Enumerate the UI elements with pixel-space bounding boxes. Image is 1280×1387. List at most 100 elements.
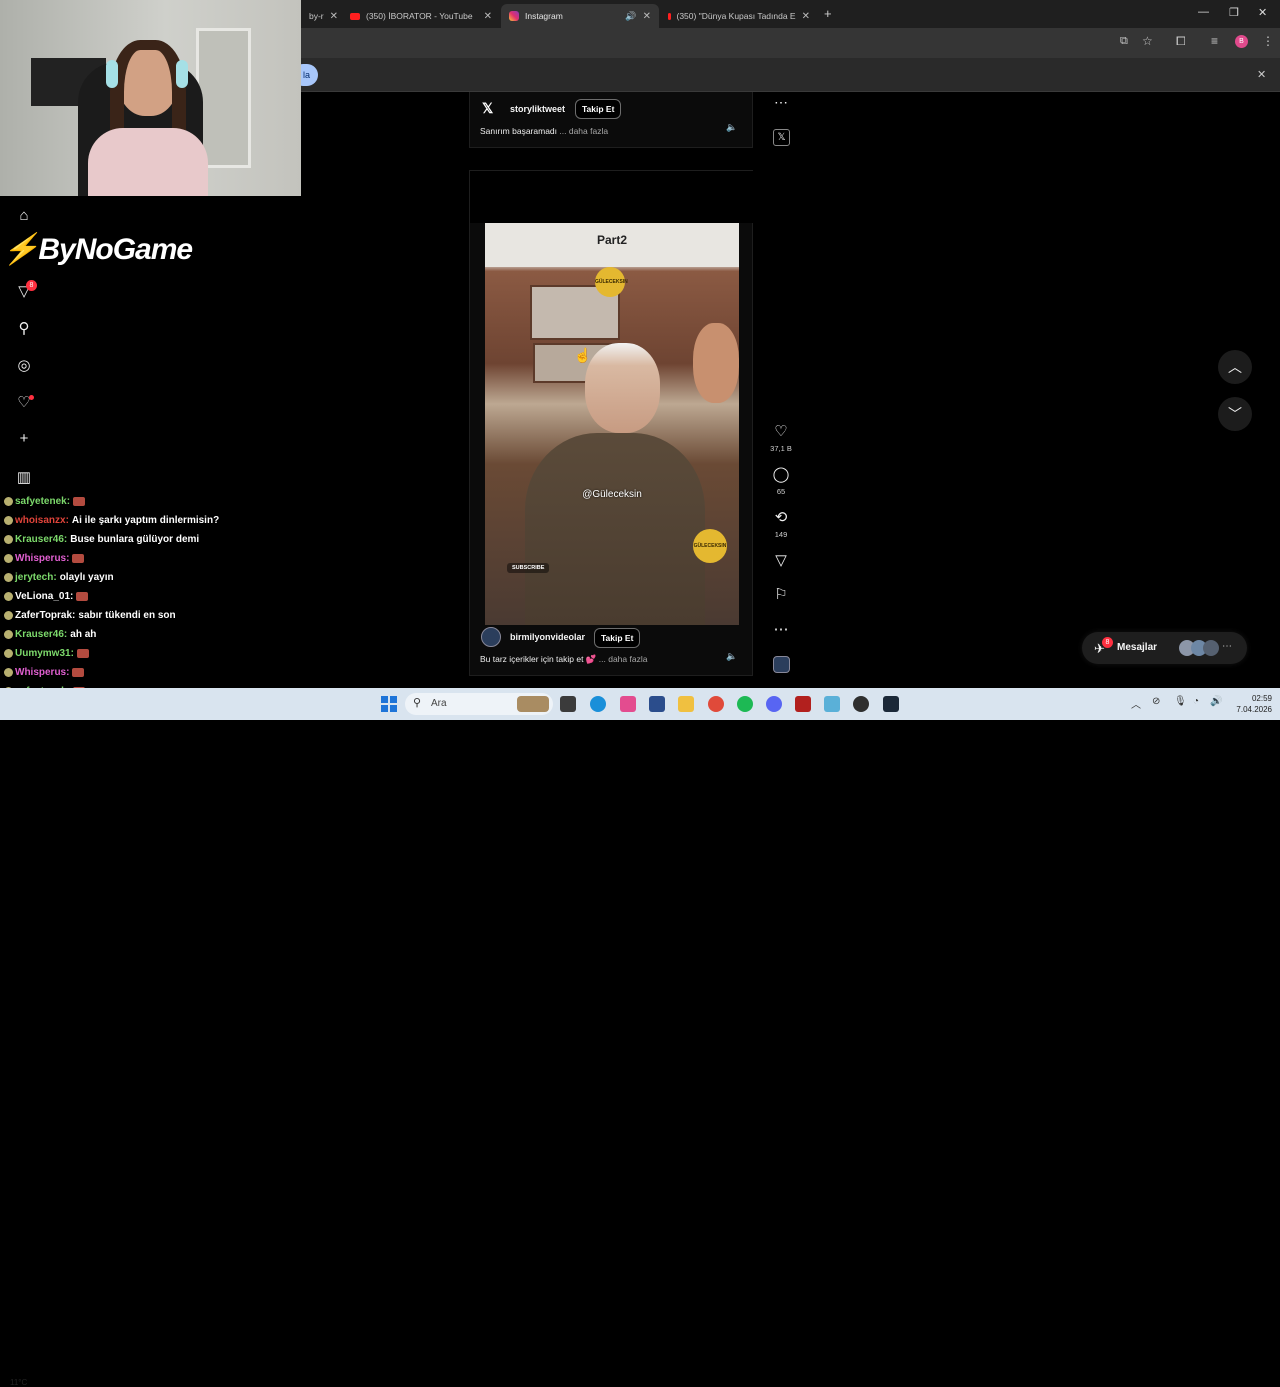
more-options-icon[interactable]: ⋯: [769, 620, 793, 638]
more-link[interactable]: ... daha fazla: [559, 126, 608, 136]
volume-icon[interactable]: 🔊: [1210, 696, 1222, 707]
profile-avatar[interactable]: B: [1235, 35, 1248, 48]
chat-badge-icon: [4, 572, 13, 582]
discord-icon[interactable]: [766, 696, 782, 712]
tab-instagram[interactable]: Instagram 🔊 ✕: [501, 4, 659, 28]
chrome-icon[interactable]: [708, 696, 724, 712]
restore-icon[interactable]: ❐: [1229, 6, 1239, 19]
post-birmilyonvideolar: Part2 GÜLECEKSIN @Güleceksin GÜLECEKSIN …: [469, 170, 754, 676]
more-link[interactable]: ... daha fazla: [599, 654, 648, 664]
heart-icon[interactable]: ♡: [769, 422, 793, 440]
infobar-button-label: la: [302, 70, 310, 80]
home-icon[interactable]: ⌂: [14, 207, 34, 227]
mute-icon[interactable]: 🔈: [726, 122, 737, 133]
speaker-icon[interactable]: 🔊: [625, 11, 636, 22]
close-window-icon[interactable]: ✕: [1258, 6, 1267, 19]
install-icon[interactable]: ⧉: [1120, 35, 1128, 48]
chat-username[interactable]: Krauser46:: [15, 629, 67, 640]
bookmark-icon[interactable]: ⚐: [769, 585, 793, 603]
guleceksin-badge: GÜLECEKSIN: [595, 267, 628, 297]
chat-username[interactable]: Krauser46:: [15, 534, 67, 545]
windows-start-icon[interactable]: [381, 696, 397, 712]
new-tab-icon[interactable]: +: [824, 6, 832, 21]
wifi-icon[interactable]: ◔: [1193, 696, 1199, 707]
steam-icon[interactable]: [883, 696, 899, 712]
comment-icon[interactable]: ◯: [769, 465, 793, 483]
chat-emote-icon: [76, 648, 89, 658]
chat-emote-icon: [73, 496, 86, 506]
tab-label: Instagram: [525, 11, 563, 21]
chat-username[interactable]: safyetenek:: [15, 496, 70, 507]
taskbar-search[interactable]: ⚲ Ara: [405, 693, 553, 715]
app-icon[interactable]: [824, 696, 840, 712]
post-username[interactable]: storyliktweet: [510, 104, 565, 114]
store-icon[interactable]: [649, 696, 665, 712]
edge-icon[interactable]: [590, 696, 606, 712]
network-icon[interactable]: ⊘: [1152, 696, 1160, 707]
minimize-icon[interactable]: —: [1198, 6, 1209, 18]
next-post-button[interactable]: ﹀: [1218, 397, 1252, 431]
tray-overflow-icon[interactable]: ︿: [1131, 696, 1141, 711]
chat-username[interactable]: whoisanzx:: [15, 515, 69, 526]
chat-text: olaylı yayın: [59, 572, 114, 583]
mic-icon[interactable]: 🎙: [1174, 696, 1187, 707]
menu-icon[interactable]: ⋮: [1262, 34, 1274, 48]
task-view-icon[interactable]: [560, 696, 576, 712]
star-icon[interactable]: ☆: [1142, 34, 1153, 48]
dashboard-icon[interactable]: ▥: [14, 468, 34, 488]
post-username[interactable]: birmilyonvideolar: [510, 632, 585, 642]
tab-iborator[interactable]: (350) İBORATOR - YouTube ✕: [342, 4, 500, 28]
explore-icon[interactable]: ◎: [14, 356, 34, 376]
close-tab-icon[interactable]: ✕: [643, 11, 651, 22]
close-infobar-icon[interactable]: ✕: [1257, 68, 1266, 81]
tab-dunya-kupasi[interactable]: (350) "Dünya Kupası Tadında E ✕: [660, 4, 818, 28]
follow-button[interactable]: Takip Et: [594, 628, 641, 648]
create-icon[interactable]: +: [14, 430, 34, 450]
close-tab-icon[interactable]: ✕: [330, 11, 338, 22]
repost-icon[interactable]: ⟲: [769, 508, 793, 526]
search-icon[interactable]: ⚲: [14, 319, 34, 339]
share-icon[interactable]: ▽: [769, 551, 793, 569]
chat-text: ah ah: [70, 629, 97, 640]
author-avatar[interactable]: [481, 627, 501, 647]
copilot-icon[interactable]: [620, 696, 636, 712]
chat-badge-icon: [4, 553, 13, 563]
chat-badge-icon: [4, 610, 13, 620]
previous-post-button[interactable]: ︿: [1218, 350, 1252, 384]
logo-text: ByNoGame: [38, 233, 193, 266]
messages-button[interactable]: ✈ 8 Mesajlar ⋯: [1082, 632, 1247, 664]
close-tab-icon[interactable]: ✕: [802, 11, 810, 22]
x-logo-icon: 𝕏: [482, 100, 494, 116]
extensions-icon[interactable]: ⧠: [1176, 34, 1186, 49]
clock[interactable]: 02:59 7.04.2026: [1232, 693, 1272, 715]
chat-badge-icon: [4, 515, 13, 525]
follow-button[interactable]: Takip Et: [575, 99, 622, 119]
messages-label: Mesajlar: [1117, 642, 1158, 653]
reading-list-icon[interactable]: ≡: [1211, 34, 1218, 48]
app-icon[interactable]: [795, 696, 811, 712]
audio-avatar[interactable]: [773, 656, 790, 673]
obs-icon[interactable]: [853, 696, 869, 712]
video-player[interactable]: Part2 GÜLECEKSIN @Güleceksin GÜLECEKSIN …: [485, 223, 739, 625]
more-options-icon[interactable]: ⋯: [774, 94, 788, 111]
messages-badge: 8: [1102, 637, 1113, 648]
more-options-icon: ⋯: [1222, 641, 1232, 652]
chat-username[interactable]: ZaferToprak:: [15, 610, 75, 621]
elder-body: [525, 433, 705, 625]
caption-text: Sanırım başaramadı: [480, 126, 558, 136]
chat-username[interactable]: Uumymw31:: [15, 648, 74, 659]
chat-username[interactable]: VeLiona_01:: [15, 591, 73, 602]
chat-username[interactable]: Whisperus:: [15, 667, 69, 678]
caption-text: Bu tarz içerikler için takip et 💕: [480, 654, 597, 664]
chat-username[interactable]: jerytech:: [15, 572, 57, 583]
video-overlay-text: @Güleceksin: [582, 489, 642, 500]
tab-partial[interactable]: by-r ✕: [301, 4, 341, 28]
x-account-avatar[interactable]: 𝕏: [773, 129, 790, 146]
chat-username[interactable]: Whisperus:: [15, 553, 69, 564]
spotify-icon[interactable]: [737, 696, 753, 712]
close-tab-icon[interactable]: ✕: [484, 11, 492, 22]
mute-icon[interactable]: 🔈: [726, 651, 737, 662]
weather-widget[interactable]: 11°C: [10, 1378, 27, 1387]
file-explorer-icon[interactable]: [678, 696, 694, 712]
chat-message: Krauser46: Buse bunlara gülüyor demi: [4, 534, 199, 545]
